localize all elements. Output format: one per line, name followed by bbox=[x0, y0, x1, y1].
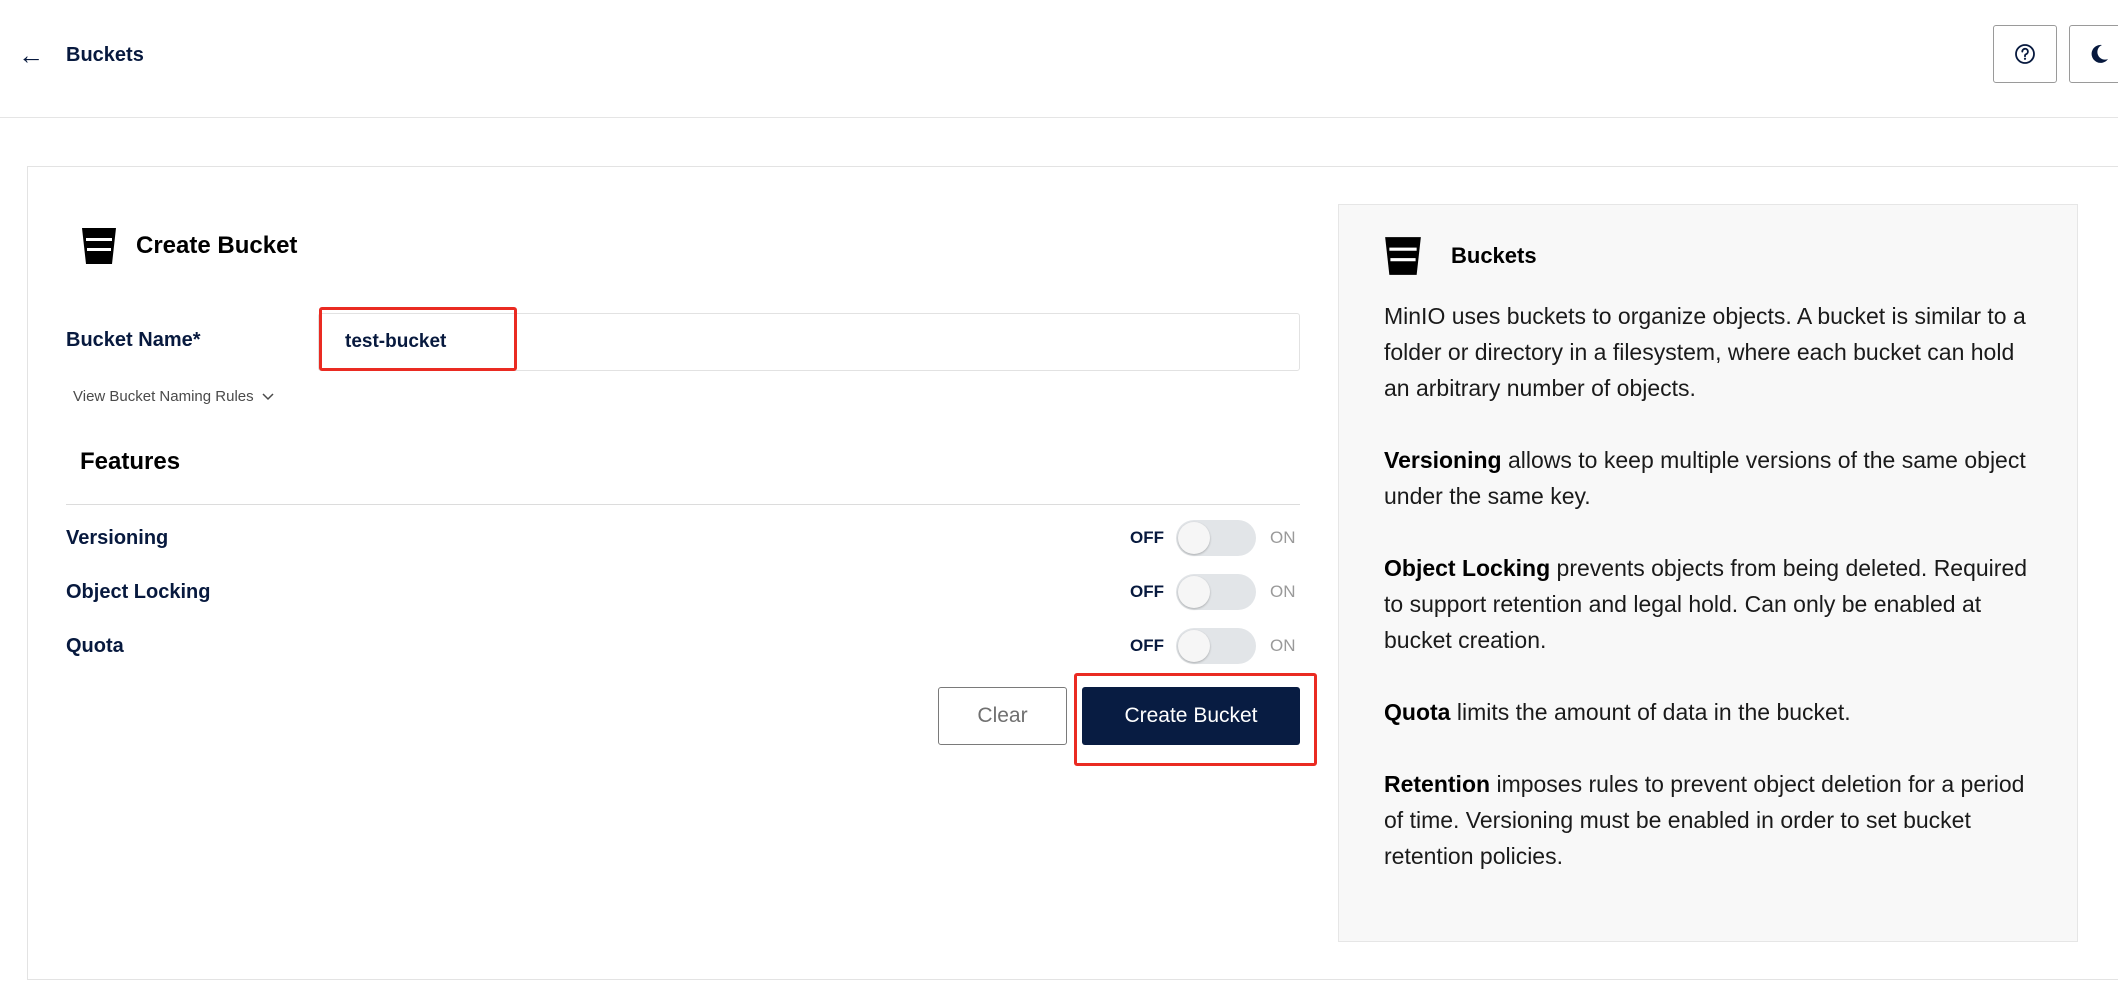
help-term: Versioning bbox=[1384, 447, 1502, 473]
help-item-versioning: Versioning allows to keep multiple versi… bbox=[1384, 442, 2044, 514]
help-button[interactable] bbox=[1993, 25, 2057, 83]
bucket-icon bbox=[82, 228, 116, 264]
switch-on-label: ON bbox=[1270, 636, 1296, 655]
help-term: Retention bbox=[1384, 771, 1491, 797]
bucket-icon bbox=[1385, 237, 1421, 275]
feature-name: Quota bbox=[66, 634, 124, 657]
feature-name: Versioning bbox=[66, 526, 169, 549]
toggle-knob bbox=[1178, 576, 1210, 608]
switch-off-label: OFF bbox=[1130, 582, 1164, 601]
toggle-knob bbox=[1178, 630, 1210, 662]
top-bar: ← Buckets bbox=[0, 0, 2118, 118]
switch-on-label: ON bbox=[1270, 528, 1296, 547]
help-intro: MinIO uses buckets to organize objects. … bbox=[1384, 303, 2026, 401]
help-term: Quota bbox=[1384, 699, 1451, 725]
back-to-buckets-link[interactable]: ← Buckets bbox=[18, 40, 144, 70]
arrow-left-icon: ← bbox=[18, 40, 44, 70]
theme-toggle-button[interactable] bbox=[2069, 25, 2118, 83]
naming-rules-link[interactable]: View Bucket Naming Rules bbox=[73, 388, 274, 405]
help-title: Buckets bbox=[1451, 243, 1537, 268]
quota-toggle[interactable] bbox=[1176, 628, 1256, 664]
features-heading: Features bbox=[80, 448, 181, 475]
help-header: Buckets bbox=[1383, 235, 1537, 277]
form-header: Create Bucket bbox=[80, 226, 297, 266]
help-item-retention: Retention imposes rules to prevent objec… bbox=[1384, 766, 2044, 874]
moon-icon bbox=[2091, 44, 2108, 63]
feature-row-object-locking: Object Locking OFF ON bbox=[66, 574, 1300, 610]
create-bucket-button[interactable]: Create Bucket bbox=[1082, 687, 1300, 745]
feature-name: Object Locking bbox=[66, 580, 211, 603]
feature-row-versioning: Versioning OFF ON bbox=[66, 520, 1300, 556]
clear-button[interactable]: Clear bbox=[938, 687, 1067, 745]
switch-off-label: OFF bbox=[1130, 636, 1164, 655]
help-circle-icon bbox=[2015, 44, 2035, 64]
feature-row-quota: Quota OFF ON bbox=[66, 628, 1300, 664]
help-term: Object Locking bbox=[1384, 555, 1551, 581]
help-item-object-locking: Object Locking prevents objects from bei… bbox=[1384, 550, 2044, 658]
help-text: limits the amount of data in the bucket. bbox=[1450, 699, 1851, 725]
form-title: Create Bucket bbox=[136, 232, 298, 259]
naming-rules-label: View Bucket Naming Rules bbox=[73, 388, 254, 405]
object-locking-toggle[interactable] bbox=[1176, 574, 1256, 610]
help-item-quota: Quota limits the amount of data in the b… bbox=[1384, 694, 2044, 730]
chevron-down-icon bbox=[262, 392, 274, 400]
back-link-label: Buckets bbox=[66, 43, 144, 66]
versioning-toggle[interactable] bbox=[1176, 520, 1256, 556]
bucket-name-label: Bucket Name* bbox=[66, 329, 201, 351]
switch-on-label: ON bbox=[1270, 582, 1296, 601]
switch-off-label: OFF bbox=[1130, 528, 1164, 547]
bucket-name-input[interactable] bbox=[318, 313, 1300, 371]
toggle-knob bbox=[1178, 522, 1210, 554]
features-divider bbox=[66, 504, 1300, 505]
